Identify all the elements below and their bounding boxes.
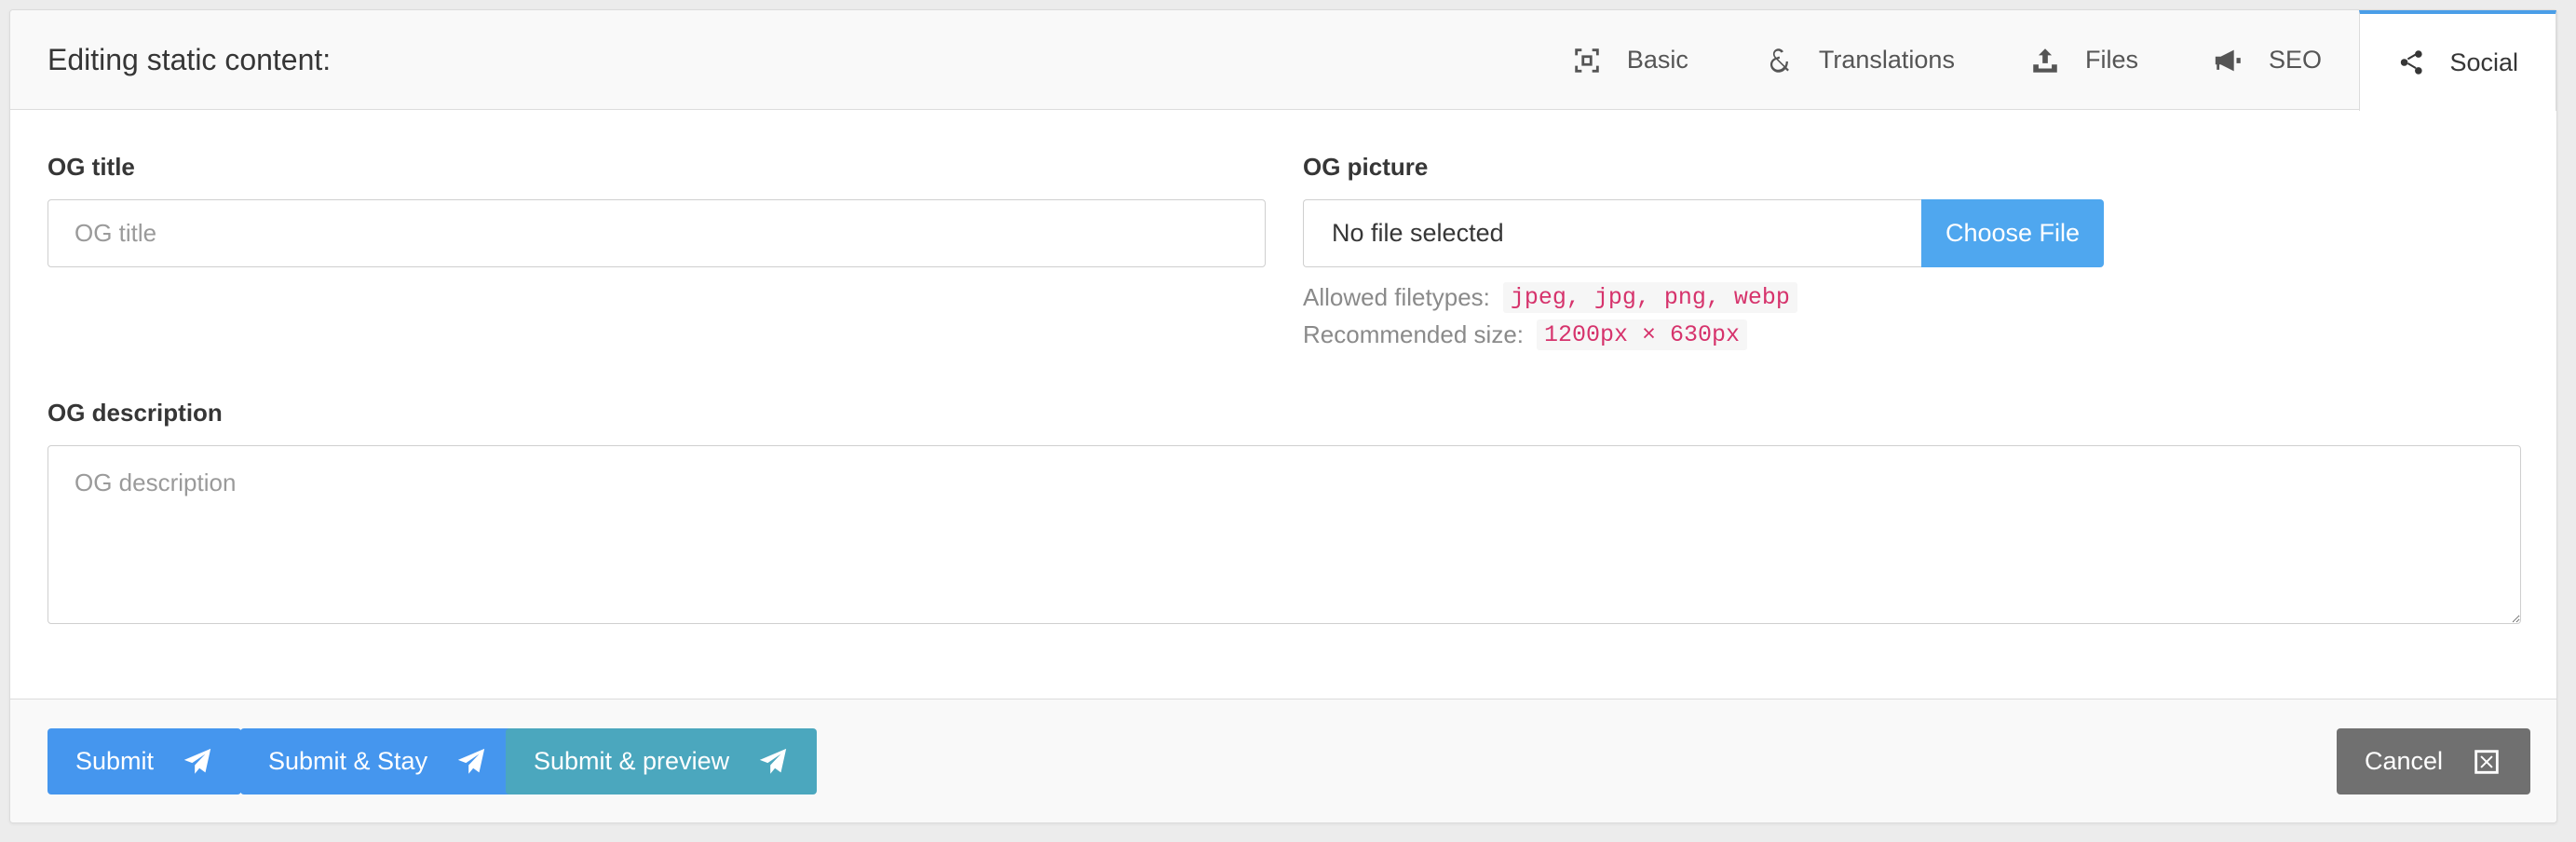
submit-and-stay-button[interactable]: Submit & Stay: [240, 728, 516, 794]
paper-plane-icon: [183, 748, 211, 774]
card-header: Editing static content: Basic Translatio…: [10, 10, 2556, 111]
og-picture-file-input[interactable]: No file selected Choose File: [1303, 199, 2104, 267]
recommended-size-label: Recommended size:: [1303, 320, 1524, 348]
tab-bar: Basic Translations Files SEO Social: [1534, 10, 2556, 111]
cancel-label: Cancel: [2365, 747, 2444, 775]
submit-and-stay-label: Submit & Stay: [268, 747, 428, 775]
choose-file-button[interactable]: Choose File: [1921, 199, 2104, 267]
og-description-textarea[interactable]: [47, 445, 2521, 624]
tab-basic[interactable]: Basic: [1534, 10, 1726, 110]
og-title-input[interactable]: [47, 199, 1266, 267]
tab-label: Basic: [1626, 46, 1688, 74]
tab-label: Social: [2449, 48, 2518, 76]
recommended-size-help: Recommended size: 1200px × 630px: [1303, 319, 1748, 350]
close-box-icon: [2474, 749, 2499, 774]
og-title-label: OG title: [47, 153, 135, 181]
card-footer: Submit Submit & Stay Submit & preview Ca…: [10, 699, 2556, 822]
og-description-label: OG description: [47, 399, 223, 427]
submit-button[interactable]: Submit: [47, 728, 242, 794]
edit-card: Editing static content: Basic Translatio…: [9, 9, 2557, 823]
page-title: Editing static content:: [47, 43, 332, 76]
submit-and-preview-label: Submit & preview: [534, 747, 730, 775]
ampersand-icon: [1769, 48, 1789, 73]
tab-translations[interactable]: Translations: [1726, 10, 1992, 110]
submit-label: Submit: [75, 747, 155, 775]
upload-icon: [2033, 48, 2057, 73]
file-status: No file selected: [1303, 199, 1921, 267]
allowed-filetypes-help: Allowed filetypes: jpeg, jpg, png, webp: [1303, 282, 1797, 313]
tab-label: Translations: [1818, 46, 1955, 74]
recommended-size-value: 1200px × 630px: [1537, 319, 1748, 350]
og-picture-label: OG picture: [1303, 153, 1429, 181]
paper-plane-icon: [457, 748, 485, 774]
expand-icon: [1575, 48, 1599, 73]
paper-plane-icon: [759, 748, 787, 774]
cancel-button[interactable]: Cancel: [2337, 728, 2531, 794]
allowed-filetypes-label: Allowed filetypes:: [1303, 283, 1490, 311]
tab-social[interactable]: Social: [2359, 10, 2556, 111]
share-icon: [2400, 50, 2422, 75]
tab-label: Files: [2084, 46, 2138, 74]
submit-and-preview-button[interactable]: Submit & preview: [506, 728, 818, 794]
tab-files[interactable]: Files: [1992, 10, 2176, 110]
allowed-filetypes-value: jpeg, jpg, png, webp: [1502, 282, 1797, 313]
tab-label: SEO: [2268, 46, 2322, 74]
megaphone-icon: [2215, 49, 2241, 71]
tab-seo[interactable]: SEO: [2176, 10, 2359, 110]
